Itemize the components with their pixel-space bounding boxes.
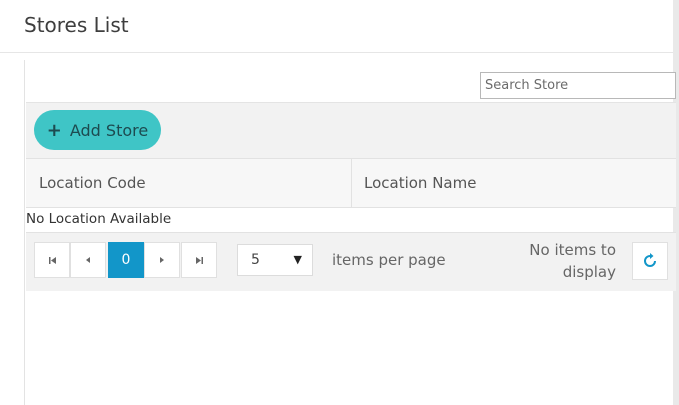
- prev-page-button[interactable]: [70, 242, 106, 278]
- caret-down-icon: ▼: [293, 253, 302, 266]
- column-header-location-code[interactable]: Location Code: [39, 159, 146, 207]
- items-per-page-label: items per page: [332, 251, 446, 269]
- last-page-icon: [195, 256, 203, 264]
- refresh-icon: [644, 253, 656, 267]
- page-size-select[interactable]: 5 ▼: [237, 244, 313, 276]
- stores-list-window: Stores List + Add Store Location Code Lo…: [0, 0, 676, 405]
- pager-status-line1: No items to: [529, 241, 616, 259]
- first-page-icon: [48, 256, 56, 264]
- title-bar: Stores List: [0, 0, 673, 53]
- add-store-label: Add Store: [69, 120, 149, 140]
- pager-status: No items to display: [510, 239, 616, 283]
- next-page-button[interactable]: [144, 242, 180, 278]
- last-page-button[interactable]: [181, 242, 217, 278]
- refresh-button[interactable]: [632, 242, 668, 280]
- prev-page-icon: [86, 257, 90, 263]
- pager-status-line2: display: [562, 263, 616, 281]
- add-store-button[interactable]: + Add Store: [34, 110, 161, 150]
- window-title: Stores List: [24, 13, 129, 37]
- page-size-value: 5: [251, 252, 260, 268]
- empty-table-message: No Location Available: [26, 211, 172, 227]
- next-page-icon: [160, 257, 164, 263]
- plus-icon: +: [46, 119, 62, 141]
- page-button-current[interactable]: 0: [108, 242, 144, 278]
- column-divider: [351, 159, 352, 207]
- search-store-input[interactable]: [480, 72, 676, 99]
- table-header: Location Code Location Name: [26, 158, 676, 208]
- first-page-button[interactable]: [34, 242, 70, 278]
- column-header-location-name[interactable]: Location Name: [364, 159, 476, 207]
